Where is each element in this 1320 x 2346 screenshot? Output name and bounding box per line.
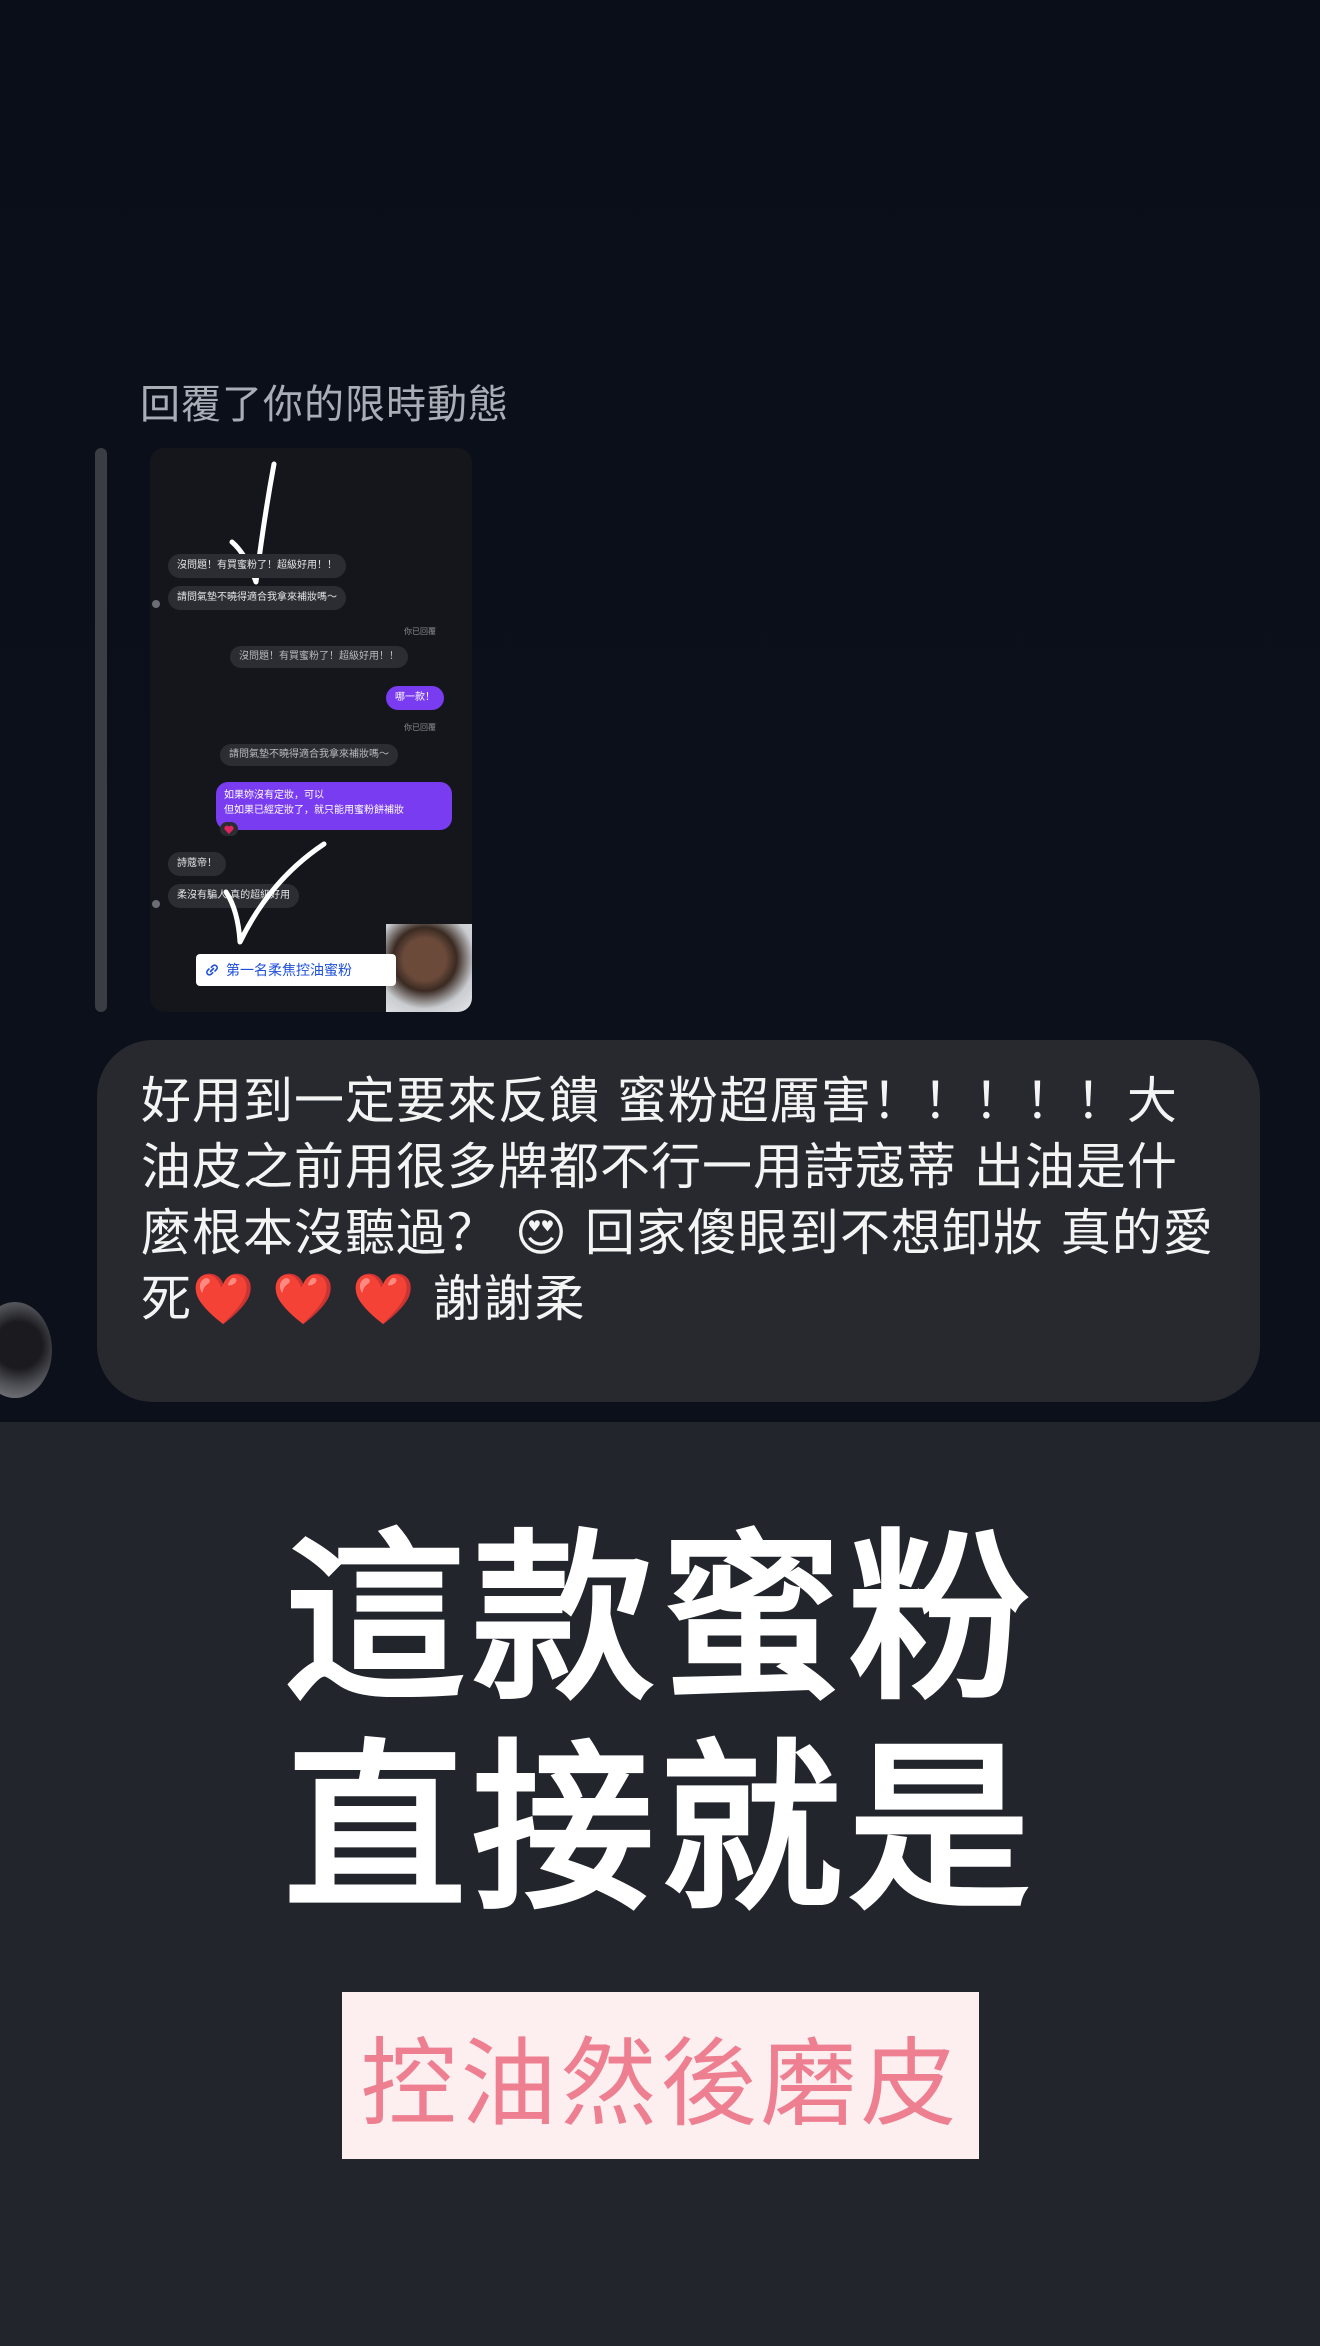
- mini-bubble-incoming: 沒問題！有買蜜粉了！超級好用！！: [168, 554, 346, 578]
- link-icon: [206, 964, 218, 976]
- mini-bubble-outgoing: 哪一款！: [386, 686, 444, 710]
- message-bubble[interactable]: 好用到一定要來反饋 蜜粉超厲害！！！！！大油皮之前用很多牌都不行一用詩寇蒂 出油…: [97, 1040, 1260, 1402]
- mini-line: 如果妳沒有定妝，可以: [224, 790, 324, 801]
- mini-meta: 你已回覆: [404, 627, 436, 636]
- mini-bubble-quoted: 沒問題！有買蜜粉了！超級好用！！: [230, 646, 408, 668]
- mini-bubble-incoming: 請問氣墊不曉得適合我拿來補妝嗎～: [168, 586, 346, 610]
- headline-line-2: 直接就是: [284, 1723, 1036, 1935]
- link-label: 第一名柔焦控油蜜粉: [226, 963, 352, 979]
- reply-caption: 回覆了你的限時動態: [140, 382, 509, 428]
- mini-bubble-incoming: 詩蔻帝！: [168, 852, 226, 876]
- highlight-box: 控油然後磨皮: [342, 1992, 979, 2159]
- story-screen: 回覆了你的限時動態 沒問題！有買蜜粉了！超級好用！！ 請問氣墊不曉得適合我拿來補…: [0, 0, 1320, 2346]
- product-link-sticker[interactable]: 第一名柔焦控油蜜粉: [196, 954, 396, 986]
- mini-bubble-outgoing: 如果妳沒有定妝，可以 但如果已經定妝了，就只能用蜜粉餅補妝: [216, 782, 452, 830]
- mini-avatar: [152, 600, 160, 608]
- quote-bar: [95, 448, 107, 1012]
- mini-meta: 你已回覆: [404, 723, 436, 732]
- message-text: 好用到一定要來反饋 蜜粉超厲害！！！！！大油皮之前用很多牌都不行一用詩寇蒂 出油…: [141, 1072, 1214, 1328]
- reaction-photo: [386, 924, 472, 1012]
- mini-bubble-quoted: 請問氣墊不曉得適合我拿來補妝嗎～: [220, 744, 398, 766]
- headline-line-1: 這款蜜粉: [284, 1513, 1036, 1725]
- mini-avatar: [152, 900, 160, 908]
- highlight-text: 控油然後磨皮: [360, 2028, 961, 2140]
- check-mark-icon: [223, 841, 327, 945]
- story-thumbnail[interactable]: 沒問題！有買蜜粉了！超級好用！！ 請問氣墊不曉得適合我拿來補妝嗎～ 你已回覆 沒…: [150, 448, 472, 1012]
- mini-line: 但如果已經定妝了，就只能用蜜粉餅補妝: [224, 805, 404, 816]
- heart-reaction-icon: [220, 822, 238, 836]
